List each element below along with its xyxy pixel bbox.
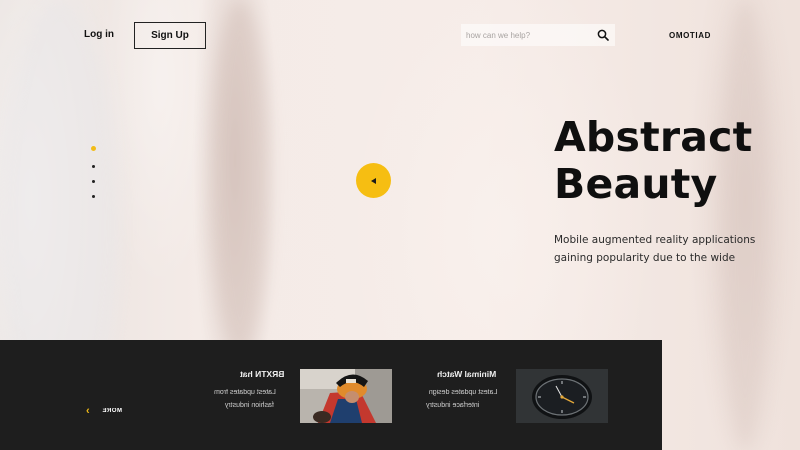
previous-slide-button[interactable] (356, 163, 391, 198)
hero-title-line: Abstract (554, 113, 753, 161)
product-name: Minimal Watch (437, 369, 497, 379)
watch-photo (516, 369, 608, 423)
chevron-left-icon: ‹ (86, 405, 90, 417)
fabric-fold (210, 0, 270, 360)
login-link[interactable]: Log in (84, 29, 114, 40)
brand-logo[interactable]: OMOTIAD (669, 31, 711, 40)
pager-dot[interactable] (92, 195, 95, 198)
product-description: Latest updates design interface industry (426, 386, 497, 412)
hat-photo (300, 369, 392, 423)
product-image-watch[interactable] (516, 369, 608, 423)
more-label: MORE (101, 408, 122, 414)
pager-dot[interactable] (92, 180, 95, 183)
description-line: interface industry (426, 402, 480, 409)
fabric-fold (720, 0, 770, 450)
product-name: BRXTN hat (240, 369, 285, 379)
hero-title-line: Beauty (554, 160, 718, 208)
featured-panel: ‹ MORE BRXTN hat Latest updates from fas… (0, 340, 662, 450)
search-icon[interactable] (597, 29, 609, 41)
product-description: Latest updates from fashion industry (214, 386, 276, 412)
description-line: Latest updates design (428, 389, 498, 396)
search-bar (461, 24, 615, 46)
signup-button[interactable]: Sign Up (134, 22, 206, 49)
hero-subtitle: Mobile augmented reality applications ga… (554, 231, 756, 267)
arrow-left-icon (370, 177, 376, 184)
pager-dot[interactable] (92, 165, 95, 168)
product-image-hat[interactable] (300, 369, 392, 423)
more-link[interactable]: ‹ MORE (86, 405, 122, 417)
pager-dot-active[interactable] (91, 146, 96, 151)
hero-subtitle-line: Mobile augmented reality applications (554, 234, 756, 246)
description-line: Latest updates from (214, 389, 276, 396)
description-line: fashion industry (224, 402, 274, 409)
hero-title: Abstract Beauty (554, 114, 752, 208)
hero-subtitle-line: gaining popularity due to the wide (554, 252, 736, 264)
search-input[interactable] (461, 30, 591, 40)
